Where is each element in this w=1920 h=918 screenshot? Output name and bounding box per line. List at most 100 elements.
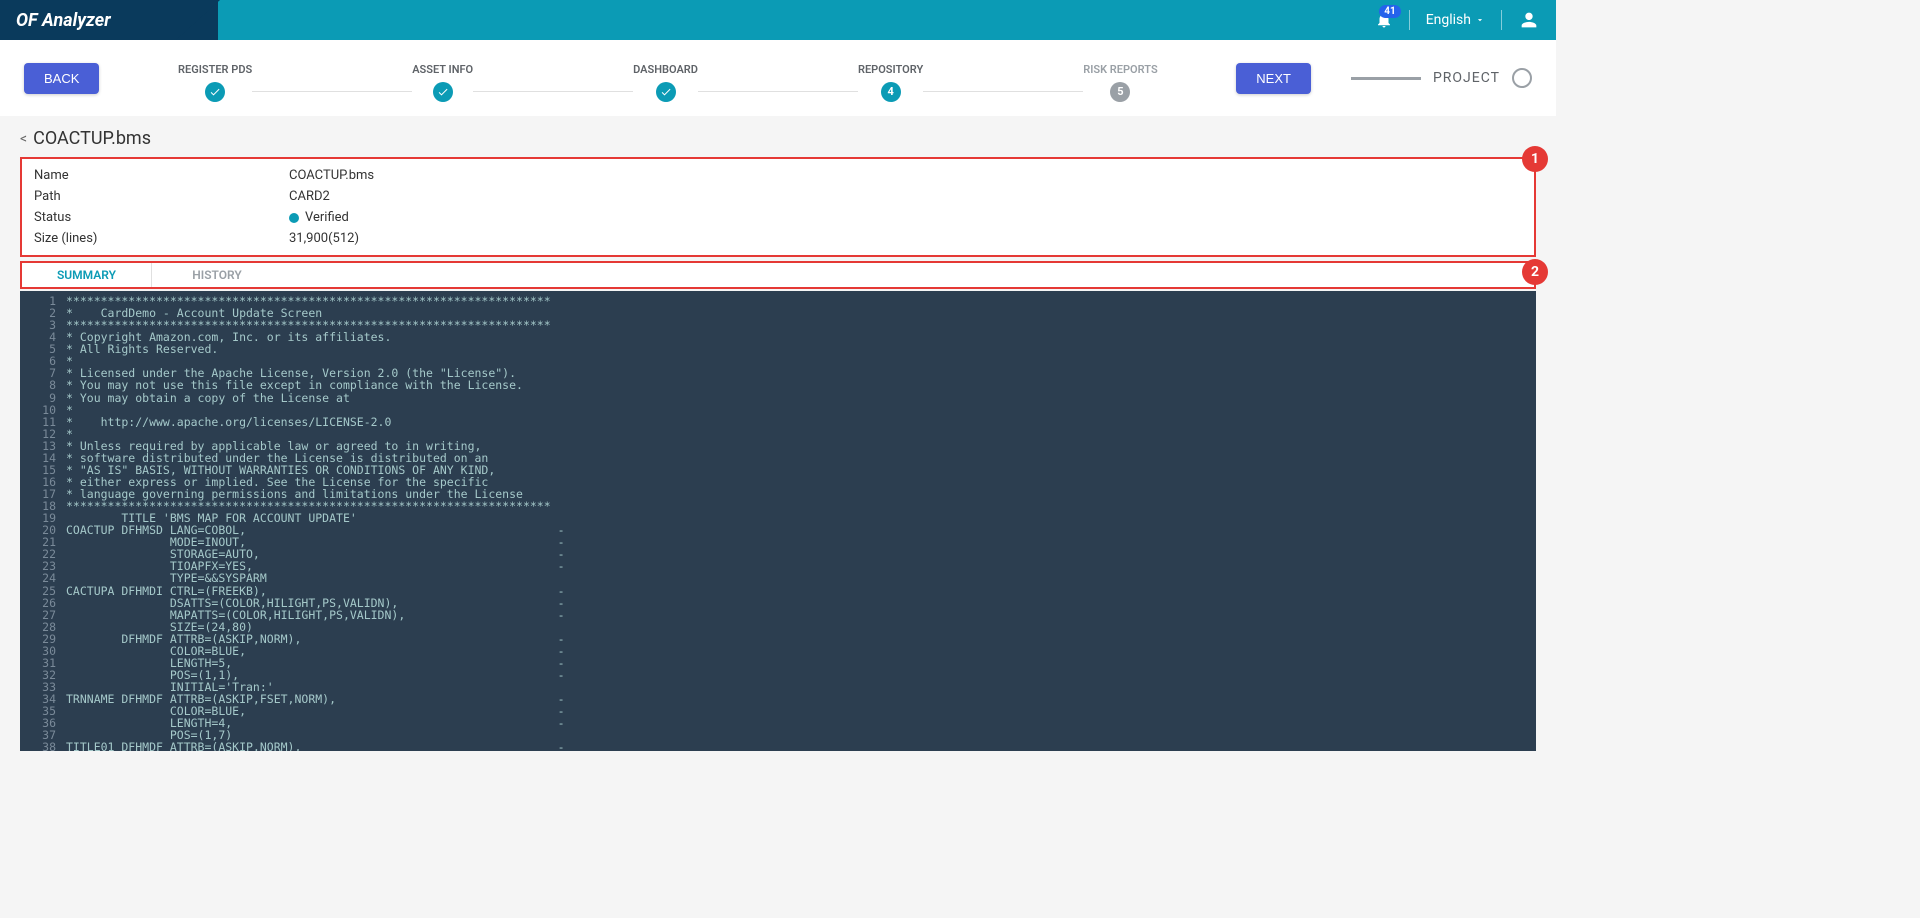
step-label: REGISTER PDS (178, 63, 252, 76)
project-label: PROJECT (1433, 70, 1500, 86)
code-text: * You may obtain a copy of the License a… (66, 392, 350, 404)
line-number: 26 (30, 597, 56, 609)
step-label: DASHBOARD (633, 63, 698, 76)
detail-label: Name (34, 168, 289, 183)
code-text: * Unless required by applicable law or a… (66, 440, 481, 452)
step-connector (252, 91, 412, 92)
step-label: REPOSITORY (858, 63, 923, 76)
tab-summary[interactable]: SUMMARY (22, 263, 152, 287)
tab-history[interactable]: HISTORY (152, 263, 282, 287)
code-line: 27 MAPATTS=(COLOR,HILIGHT,PS,VALIDN), - (20, 609, 1536, 621)
code-text: * You may not use this file except in co… (66, 379, 523, 391)
step-number-icon: 4 (881, 82, 901, 102)
step-number-icon: 5 (1110, 82, 1130, 102)
code-text: CACTUPA DFHMDI CTRL=(FREEKB), - (66, 585, 565, 597)
code-line: 10 * (20, 404, 1536, 416)
code-text: * All Rights Reserved. (66, 343, 218, 355)
line-number: 11 (30, 416, 56, 428)
code-line: 13 * Unless required by applicable law or… (20, 440, 1536, 452)
detail-value: Verified (289, 210, 1522, 225)
line-number: 25 (30, 585, 56, 597)
header-divider (1409, 10, 1410, 30)
step-repository[interactable]: REPOSITORY 4 (858, 63, 923, 102)
code-line: 8 * You may not use this file except in c… (20, 379, 1536, 391)
line-number: 24 (30, 572, 56, 584)
notifications-button[interactable]: 41 (1375, 11, 1393, 29)
check-icon (433, 82, 453, 102)
step-asset-info[interactable]: ASSET INFO (412, 63, 473, 102)
code-text: TYPE=&&SYSPARM (66, 572, 267, 584)
progress-steps-bar: BACK REGISTER PDS ASSET INFO DASHBOARD REPO… (0, 40, 1556, 116)
check-icon (656, 82, 676, 102)
detail-value: COACTUP.bms (289, 168, 1522, 183)
code-line: 36 LENGTH=4, - (20, 717, 1536, 729)
step-dashboard[interactable]: DASHBOARD (633, 63, 698, 102)
step-label: ASSET INFO (412, 63, 473, 76)
code-line: 29 DFHMDF ATTRB=(ASKIP,NORM), - (20, 633, 1536, 645)
status-dot-icon (289, 213, 299, 223)
detail-row: Size (lines)31,900(512) (34, 228, 1522, 249)
code-line: 5* All Rights Reserved. (20, 343, 1536, 355)
page-title: COACTUP.bms (33, 128, 151, 149)
back-button[interactable]: BACK (24, 63, 99, 94)
detail-row: StatusVerified (34, 207, 1522, 228)
step-label: RISK REPORTS (1083, 63, 1157, 76)
line-number: 9 (30, 392, 56, 404)
chevron-down-icon (1475, 15, 1485, 25)
app-logo: OF Analyzer (16, 10, 111, 31)
detail-value: 31,900(512) (289, 231, 1522, 246)
app-header: OF Analyzer 41 English (0, 0, 1556, 40)
detail-row: NameCOACTUP.bms (34, 165, 1522, 186)
breadcrumb-back-chevron-icon[interactable]: < (20, 131, 27, 147)
breadcrumb: < COACTUP.bms (20, 128, 1536, 149)
line-number: 29 (30, 633, 56, 645)
detail-label: Size (lines) (34, 231, 289, 246)
code-text: DSATTS=(COLOR,HILIGHT,PS,VALIDN), - (66, 597, 565, 609)
step-connector (698, 91, 858, 92)
line-number: 8 (30, 379, 56, 391)
step-register-pds[interactable]: REGISTER PDS (178, 63, 252, 102)
code-text: MAPATTS=(COLOR,HILIGHT,PS,VALIDN), - (66, 609, 565, 621)
step-connector (923, 91, 1083, 92)
code-line: 12 * (20, 428, 1536, 440)
step-risk-reports[interactable]: RISK REPORTS 5 (1083, 63, 1157, 102)
code-text: * http://www.apache.org/licenses/LICENSE… (66, 416, 391, 428)
code-text: * (66, 404, 73, 416)
code-viewer[interactable]: 1***************************************… (20, 291, 1536, 751)
code-line: 26 DSATTS=(COLOR,HILIGHT,PS,VALIDN), - (20, 597, 1536, 609)
header-divider (1501, 10, 1502, 30)
code-line: 38 TITLE01 DFHMDF ATTRB=(ASKIP,NORM), - (20, 741, 1536, 751)
code-line: 25 CACTUPA DFHMDI CTRL=(FREEKB), - (20, 585, 1536, 597)
step-connector (473, 91, 633, 92)
notification-count-badge: 41 (1379, 5, 1400, 18)
code-text: TITLE01 DFHMDF ATTRB=(ASKIP,NORM), - (66, 741, 565, 751)
detail-label: Path (34, 189, 289, 204)
line-number: 38 (30, 741, 56, 751)
code-text: DFHMDF ATTRB=(ASKIP,NORM), - (66, 633, 565, 645)
annotation-marker-1: 1 (1522, 146, 1548, 172)
detail-row: PathCARD2 (34, 186, 1522, 207)
language-label: English (1426, 12, 1471, 28)
file-details-panel: 1 NameCOACTUP.bmsPathCARD2StatusVerified… (20, 157, 1536, 257)
tabs-panel: 2 SUMMARYHISTORY (20, 261, 1536, 289)
line-number: 12 (30, 428, 56, 440)
project-circle-icon (1512, 68, 1532, 88)
code-line: 4* Copyright Amazon.com, Inc. or its aff… (20, 331, 1536, 343)
code-line: 11 * http://www.apache.org/licenses/LICEN… (20, 416, 1536, 428)
detail-value: CARD2 (289, 189, 1522, 204)
code-line: 9 * You may obtain a copy of the License … (20, 392, 1536, 404)
language-selector[interactable]: English (1426, 12, 1485, 28)
line-number: 10 (30, 404, 56, 416)
code-line: 24 TYPE=&&SYSPARM (20, 572, 1536, 584)
line-number: 28 (30, 621, 56, 633)
check-icon (205, 82, 225, 102)
code-text: * (66, 428, 73, 440)
user-icon[interactable] (1518, 9, 1540, 31)
project-progress-indicator: PROJECT (1351, 68, 1532, 88)
next-button[interactable]: NEXT (1236, 63, 1311, 94)
code-line: 28 SIZE=(24,80) (20, 621, 1536, 633)
code-text: SIZE=(24,80) (66, 621, 253, 633)
detail-label: Status (34, 210, 289, 225)
annotation-marker-2: 2 (1522, 259, 1548, 285)
line-number: 13 (30, 440, 56, 452)
